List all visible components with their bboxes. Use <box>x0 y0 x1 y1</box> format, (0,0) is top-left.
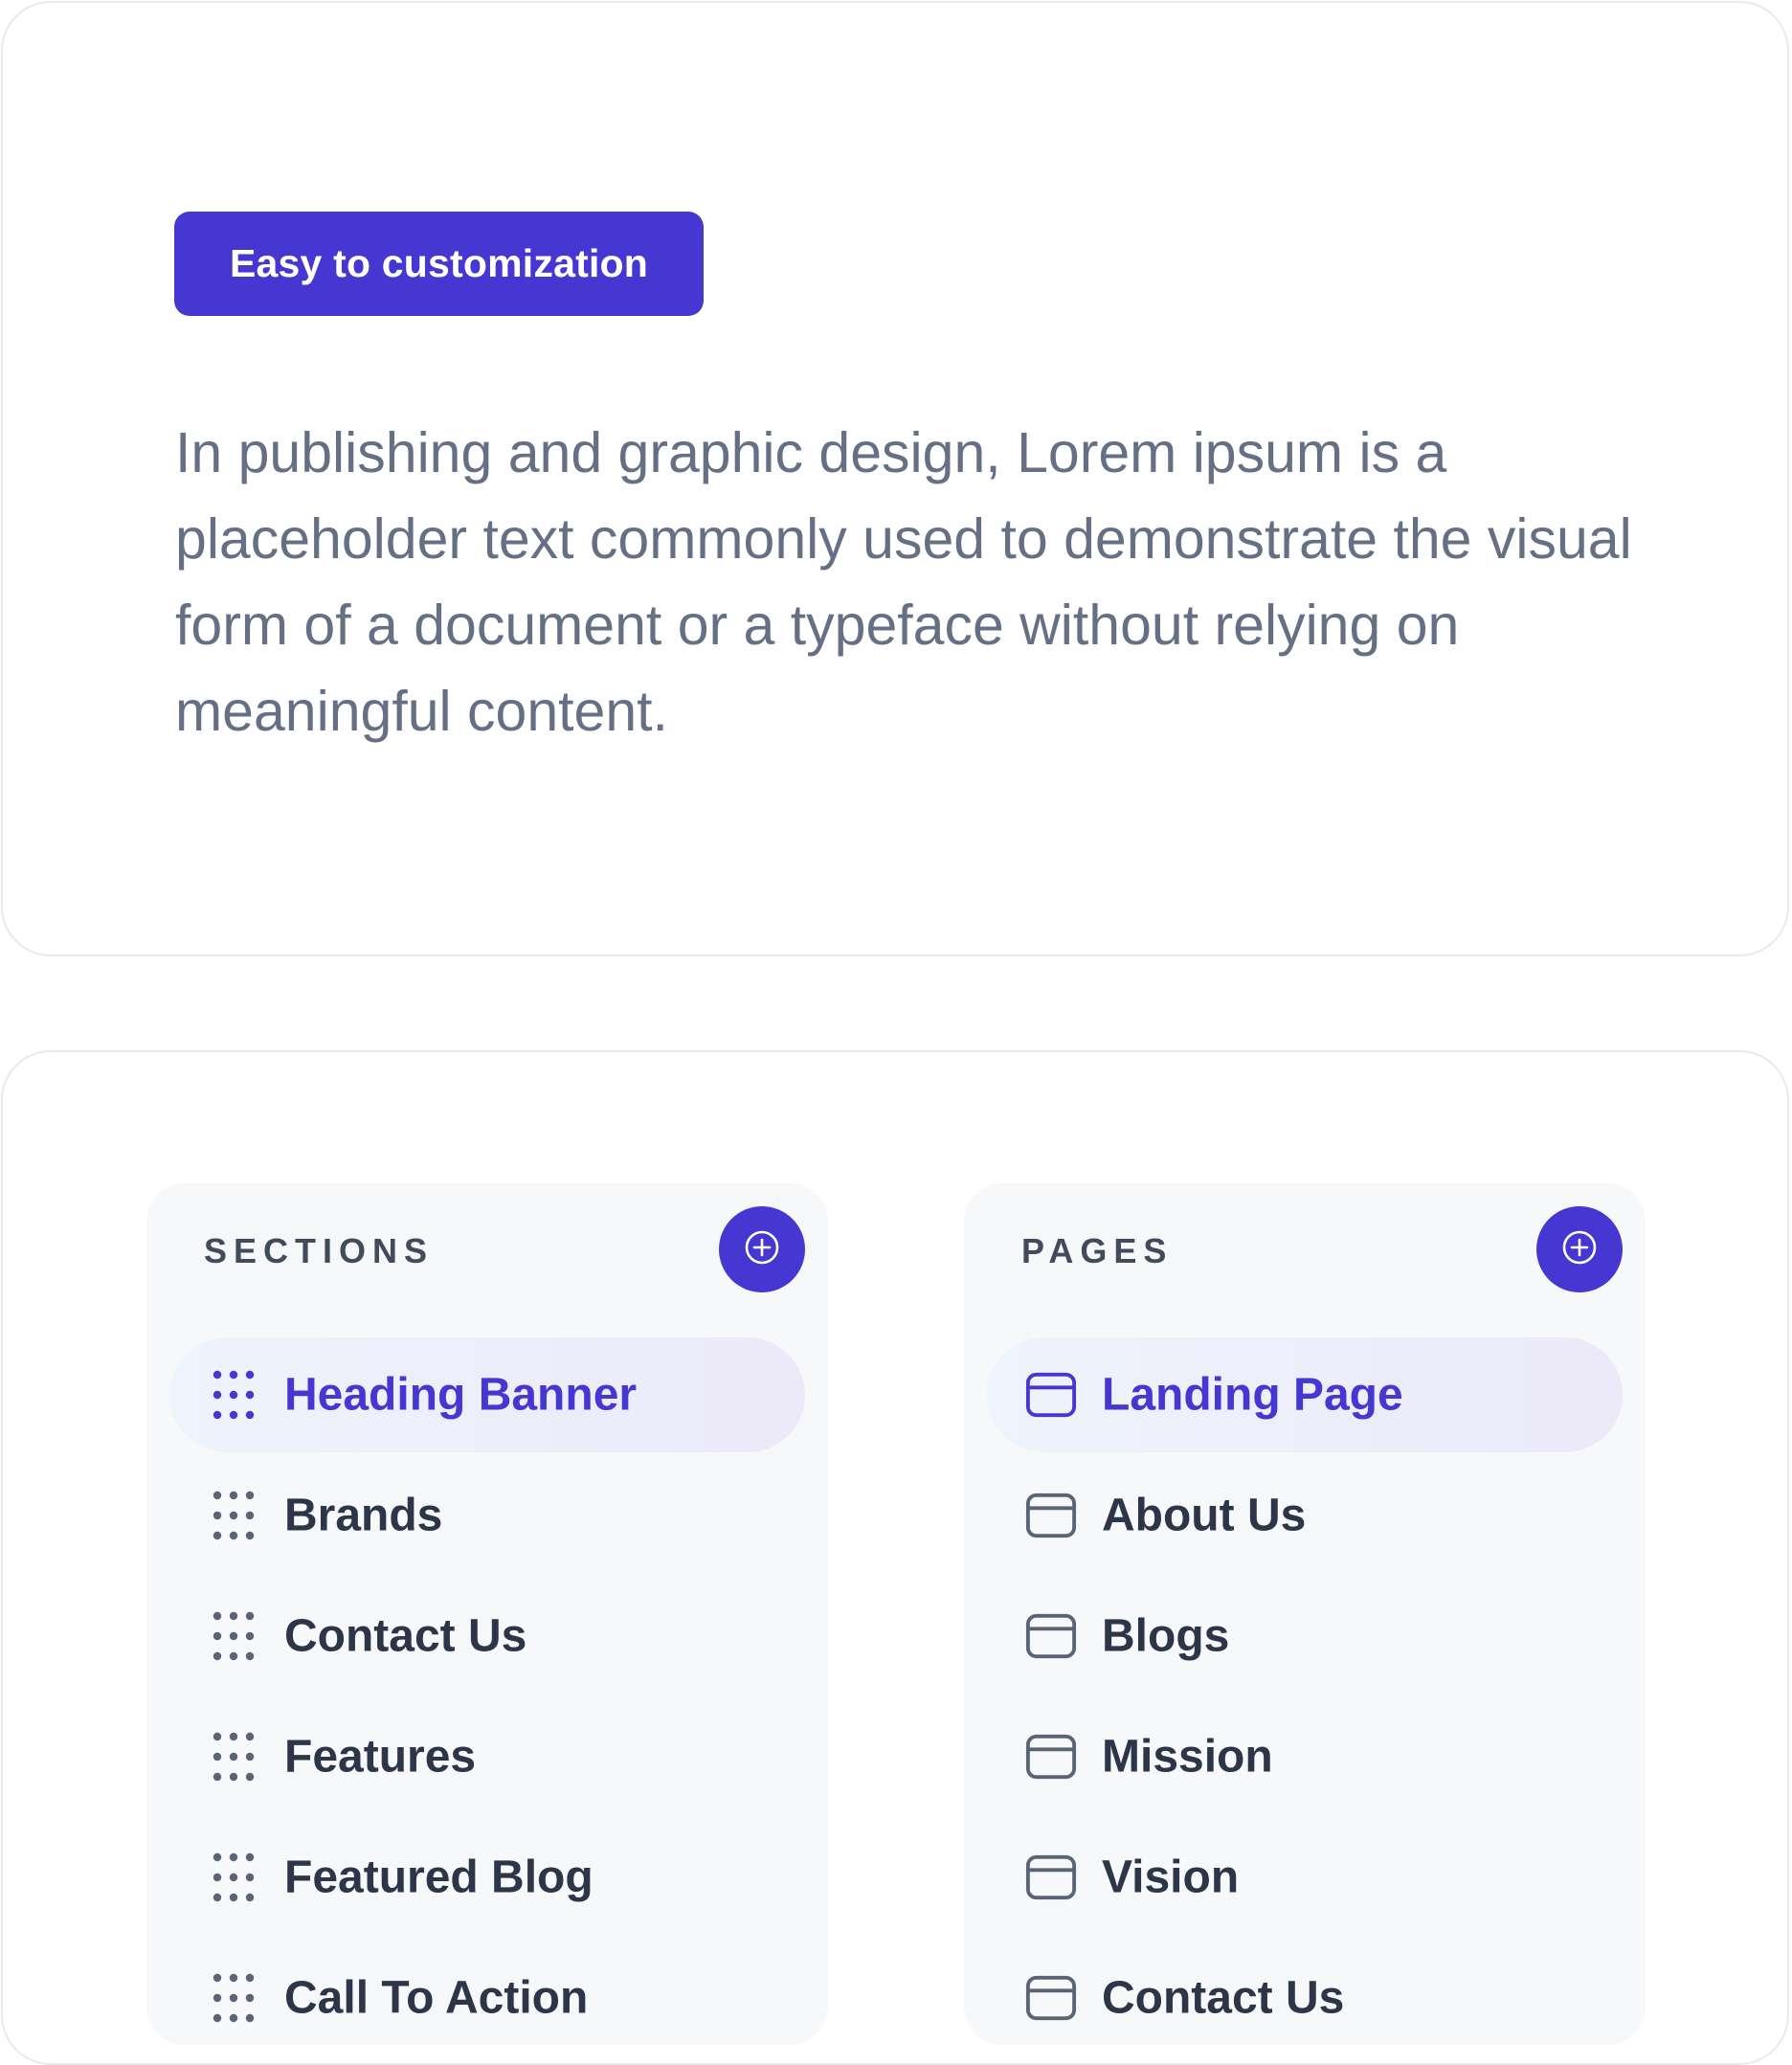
page-item-label: Contact Us <box>1102 1972 1345 2024</box>
section-item-label: Heading Banner <box>284 1369 638 1421</box>
add-page-button[interactable] <box>1536 1206 1623 1292</box>
page-item-label: About Us <box>1102 1490 1307 1541</box>
drag-handle-icon[interactable] <box>208 1972 259 2024</box>
section-item-label: Call To Action <box>284 1972 589 2024</box>
add-section-button[interactable] <box>719 1206 805 1292</box>
section-item[interactable]: Call To Action <box>169 1941 805 2055</box>
section-item-label: Contact Us <box>284 1610 527 1662</box>
browser-window-icon <box>1025 1972 1077 2024</box>
drag-handle-icon[interactable] <box>208 1852 259 1903</box>
section-item[interactable]: Brands <box>169 1458 805 1573</box>
page-item-label: Vision <box>1102 1852 1240 1903</box>
browser-window-icon <box>1025 1731 1077 1783</box>
page-item[interactable]: Mission <box>987 1699 1623 1814</box>
drag-handle-icon[interactable] <box>208 1610 259 1662</box>
plus-circle-icon <box>1560 1228 1599 1271</box>
page-item-label: Landing Page <box>1102 1369 1403 1421</box>
page-item[interactable]: About Us <box>987 1458 1623 1573</box>
feature-card: Easy to customization In publishing and … <box>1 1 1789 956</box>
drag-handle-icon[interactable] <box>208 1490 259 1541</box>
page-item-label: Blogs <box>1102 1610 1230 1662</box>
browser-window-icon <box>1025 1610 1077 1662</box>
page-item-label: Mission <box>1102 1731 1273 1783</box>
browser-window-icon <box>1025 1490 1077 1541</box>
browser-window-icon <box>1025 1852 1077 1903</box>
page-item[interactable]: Blogs <box>987 1579 1623 1694</box>
section-item[interactable]: Contact Us <box>169 1579 805 1694</box>
section-item-label: Brands <box>284 1490 443 1541</box>
section-item-label: Features <box>284 1731 477 1783</box>
page-item[interactable]: Contact Us <box>987 1941 1623 2055</box>
pages-panel-title: PAGES <box>1021 1231 1174 1270</box>
section-item[interactable]: Heading Banner <box>169 1337 805 1452</box>
section-item[interactable]: Featured Blog <box>169 1820 805 1935</box>
feature-description: In publishing and graphic design, Lorem … <box>175 421 1632 743</box>
page-item[interactable]: Vision <box>987 1820 1623 1935</box>
section-item-label: Featured Blog <box>284 1852 594 1903</box>
plus-circle-icon <box>743 1228 781 1271</box>
sections-panel-title: SECTIONS <box>204 1231 435 1270</box>
page-item[interactable]: Landing Page <box>987 1337 1623 1452</box>
section-item[interactable]: Features <box>169 1699 805 1814</box>
browser-window-icon <box>1025 1369 1077 1421</box>
feature-badge: Easy to customization <box>174 212 704 316</box>
pages-panel: PAGES Landing Page About Us Blogs Missio… <box>964 1183 1646 2045</box>
drag-handle-icon[interactable] <box>208 1369 259 1421</box>
drag-handle-icon[interactable] <box>208 1731 259 1783</box>
sections-panel: SECTIONS Heading Banner Brands Contact U… <box>146 1183 828 2045</box>
